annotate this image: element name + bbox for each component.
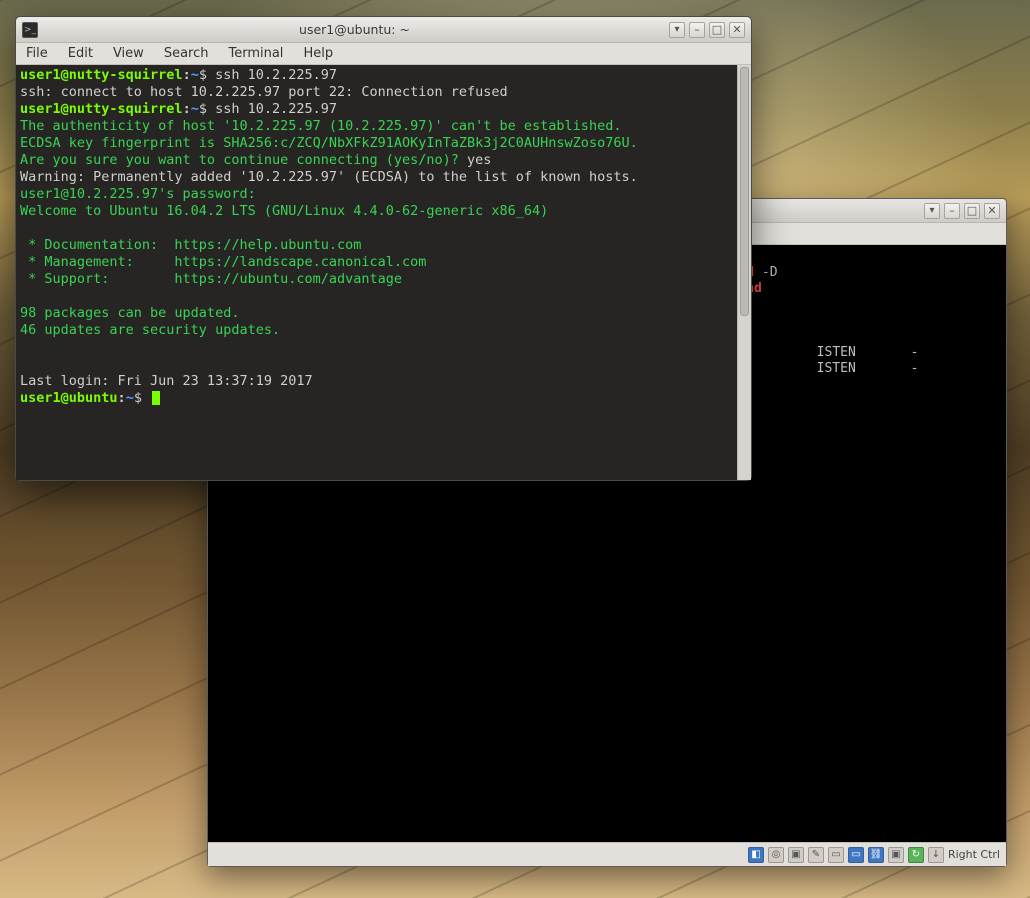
network-icon[interactable]: ⛓ xyxy=(868,847,884,863)
rollup-button[interactable]: ▾ xyxy=(669,22,685,38)
host-key-label: Right Ctrl xyxy=(948,848,1000,861)
terminal-line xyxy=(20,220,733,237)
hd-icon[interactable]: ◧ xyxy=(748,847,764,863)
scrollbar-thumb[interactable] xyxy=(740,67,749,316)
terminal-menu-item-view[interactable]: View xyxy=(113,46,144,61)
terminal-line: 46 updates are security updates. xyxy=(20,322,733,339)
terminal-line: * Management: https://landscape.canonica… xyxy=(20,254,733,271)
terminal-app-icon: >_ xyxy=(22,22,38,38)
cursor xyxy=(152,391,160,405)
terminal-line: user1@ubuntu:~$ xyxy=(20,390,733,407)
terminal-line xyxy=(20,356,733,373)
optical-icon[interactable]: ◎ xyxy=(768,847,784,863)
terminal-menu-item-terminal[interactable]: Terminal xyxy=(228,46,283,61)
terminal-scrollbar[interactable] xyxy=(737,65,751,480)
minimize-button[interactable]: – xyxy=(944,203,960,219)
terminal-line xyxy=(20,339,733,356)
terminal-line: ECDSA key fingerprint is SHA256:c/ZCQ/Nb… xyxy=(20,135,733,152)
shared-folder-icon[interactable]: ▭ xyxy=(828,847,844,863)
terminal-line: user1@nutty-squirrel:~$ ssh 10.2.225.97 xyxy=(20,67,733,84)
terminal-content[interactable]: user1@nutty-squirrel:~$ ssh 10.2.225.97s… xyxy=(16,65,737,480)
guest-additions-icon[interactable]: ↻ xyxy=(908,847,924,863)
terminal-line: Warning: Permanently added '10.2.225.97'… xyxy=(20,169,733,186)
keyboard-capture-icon[interactable]: ↓ xyxy=(928,847,944,863)
close-button[interactable]: ✕ xyxy=(984,203,1000,219)
display-icon[interactable]: ▭ xyxy=(848,847,864,863)
terminal-window-title: user1@ubuntu: ~ xyxy=(44,22,665,37)
maximize-button[interactable]: □ xyxy=(964,203,980,219)
terminal-menu-item-file[interactable]: File xyxy=(26,46,48,61)
terminal-line: * Support: https://ubuntu.com/advantage xyxy=(20,271,733,288)
minimize-button[interactable]: – xyxy=(689,22,705,38)
terminal-line: Are you sure you want to continue connec… xyxy=(20,152,733,169)
terminal-window: >_ user1@ubuntu: ~ ▾ – □ ✕ File Edit View S… xyxy=(15,16,752,481)
terminal-line xyxy=(20,288,733,305)
terminal-menubar: File Edit View Search Terminal Help xyxy=(16,43,751,65)
terminal-line: user1@10.2.225.97's password: xyxy=(20,186,733,203)
folder-icon[interactable]: ▣ xyxy=(788,847,804,863)
terminal-line: ssh: connect to host 10.2.225.97 port 22… xyxy=(20,84,733,101)
maximize-button[interactable]: □ xyxy=(709,22,725,38)
close-button[interactable]: ✕ xyxy=(729,22,745,38)
audio-icon[interactable]: ▣ xyxy=(888,847,904,863)
terminal-titlebar[interactable]: >_ user1@ubuntu: ~ ▾ – □ ✕ xyxy=(16,17,751,43)
terminal-line: 98 packages can be updated. xyxy=(20,305,733,322)
terminal-line: user1@nutty-squirrel:~$ ssh 10.2.225.97 xyxy=(20,101,733,118)
terminal-line: The authenticity of host '10.2.225.97 (1… xyxy=(20,118,733,135)
rollup-button[interactable]: ▾ xyxy=(924,203,940,219)
vbox-statusbar: ◧ ◎ ▣ ✎ ▭ ▭ ⛓ ▣ ↻ ↓ Right Ctrl xyxy=(208,842,1006,866)
terminal-line: * Documentation: https://help.ubuntu.com xyxy=(20,237,733,254)
terminal-menu-item-search[interactable]: Search xyxy=(164,46,209,61)
terminal-line: Welcome to Ubuntu 16.04.2 LTS (GNU/Linux… xyxy=(20,203,733,220)
usb-icon[interactable]: ✎ xyxy=(808,847,824,863)
desktop-wallpaper: VM VirtualBox ▾ – □ ✕ FileMachineViewInp… xyxy=(0,0,1030,898)
terminal-menu-item-help[interactable]: Help xyxy=(303,46,333,61)
terminal-menu-item-edit[interactable]: Edit xyxy=(68,46,93,61)
terminal-line: Last login: Fri Jun 23 13:37:19 2017 xyxy=(20,373,733,390)
